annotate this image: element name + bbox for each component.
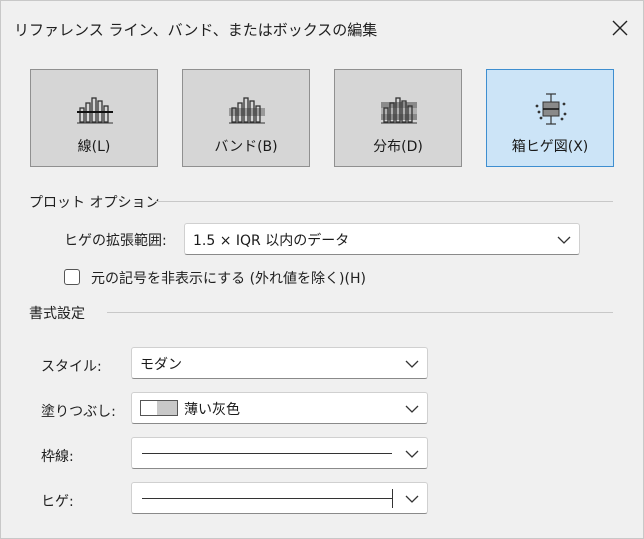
hide-marks-checkbox[interactable]: [64, 269, 80, 285]
chevron-down-icon: [405, 360, 419, 368]
whisker-extent-select[interactable]: 1.5 × IQR 以内のデータ: [184, 223, 580, 255]
close-button[interactable]: [603, 11, 637, 45]
line-type-label: 線(L): [77, 139, 111, 155]
fill-value: 薄い灰色: [184, 402, 240, 418]
border-label: 枠線:: [41, 449, 74, 465]
box-plot-icon: [535, 93, 567, 125]
dialog-title: リファレンス ライン、バンド、またはボックスの編集: [14, 21, 378, 39]
border-line-sample: [142, 453, 392, 454]
line-chart-icon: [77, 97, 113, 124]
style-select[interactable]: モダン: [131, 347, 428, 379]
style-value: モダン: [140, 357, 182, 373]
distribution-type-button[interactable]: 分布(D): [334, 69, 462, 167]
whisker-line-sample: [142, 498, 392, 499]
fill-label: 塗りつぶし:: [41, 404, 116, 420]
formatting-divider: [107, 312, 613, 313]
chevron-down-icon: [405, 405, 419, 413]
whisker-select[interactable]: [131, 482, 428, 514]
line-type-button[interactable]: 線(L): [30, 69, 158, 167]
plot-options-heading: プロット オプション: [29, 195, 160, 211]
fill-select[interactable]: 薄い灰色: [131, 392, 428, 424]
chevron-down-icon: [557, 236, 571, 244]
whisker-extent-value: 1.5 × IQR 以内のデータ: [193, 233, 350, 249]
band-chart-icon: [229, 97, 265, 124]
fill-color-swatch: [140, 400, 178, 416]
title-bar: リファレンス ライン、バンド、またはボックスの編集: [1, 1, 643, 55]
close-icon: [612, 20, 628, 36]
box-plot-type-button[interactable]: 箱ヒゲ図(X): [486, 69, 614, 167]
distribution-type-label: 分布(D): [373, 139, 423, 155]
hide-marks-label[interactable]: 元の記号を非表示にする (外れ値を除く)(H): [91, 268, 366, 288]
box-plot-type-label: 箱ヒゲ図(X): [511, 139, 589, 155]
whisker-extent-label: ヒゲの拡張範囲:: [64, 233, 167, 249]
band-type-button[interactable]: バンド(B): [182, 69, 310, 167]
style-label: スタイル:: [41, 359, 102, 375]
chevron-down-icon: [405, 450, 419, 458]
whisker-end-tick: [392, 489, 393, 508]
formatting-heading: 書式設定: [29, 306, 85, 322]
whisker-label: ヒゲ:: [41, 494, 74, 510]
band-type-label: バンド(B): [214, 139, 278, 155]
chevron-down-icon: [405, 495, 419, 503]
edit-reference-line-dialog: リファレンス ライン、バンド、またはボックスの編集 線(L) バンド(B) 分布…: [0, 0, 644, 539]
plot-options-divider: [156, 201, 613, 202]
border-select[interactable]: [131, 437, 428, 469]
distribution-chart-icon: [381, 97, 417, 124]
